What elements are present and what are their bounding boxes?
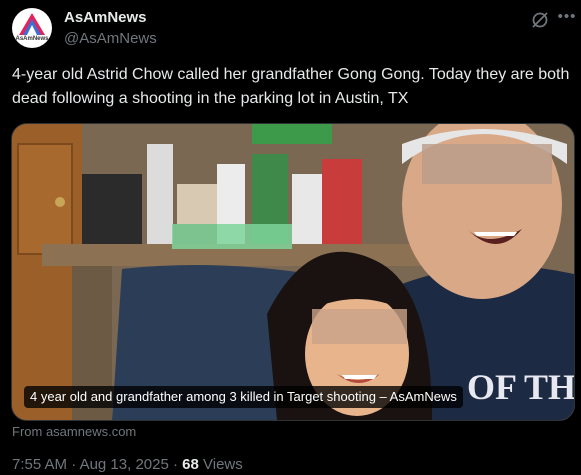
views-label: Views [203,456,243,473]
avatar-brand-text: AsAmNews [15,36,49,42]
account-handle[interactable]: @AsAmNews [64,30,157,47]
asamnews-logo-icon [19,13,45,35]
media-caption: 4 year old and grandfather among 3 kille… [24,386,463,408]
grok-icon[interactable] [530,10,550,30]
link-source[interactable]: From asamnews.com [12,424,136,439]
news-photo: OF THE MI [12,124,574,420]
post-time[interactable]: 7:55 AM [12,456,67,473]
meta-separator: · [71,456,77,473]
post-media-card[interactable]: OF THE MI 4 year old and grandfather amo… [11,123,575,421]
meta-separator: · [172,456,178,473]
shirt-text: OF THE MI [467,367,574,407]
post-text: 4-year old Astrid Chow called her grandf… [12,66,570,107]
post-meta: 7:55 AM · Aug 13, 2025 · 68 Views [12,456,243,473]
account-avatar[interactable]: AsAmNews [12,8,52,48]
views-count: 68 [182,456,199,473]
more-options-icon[interactable]: ••• [557,8,577,28]
account-name[interactable]: AsAmNews [64,9,147,26]
post-date[interactable]: Aug 13, 2025 [80,456,169,473]
post-header: AsAmNews AsAmNews @AsAmNews ••• [12,8,575,52]
